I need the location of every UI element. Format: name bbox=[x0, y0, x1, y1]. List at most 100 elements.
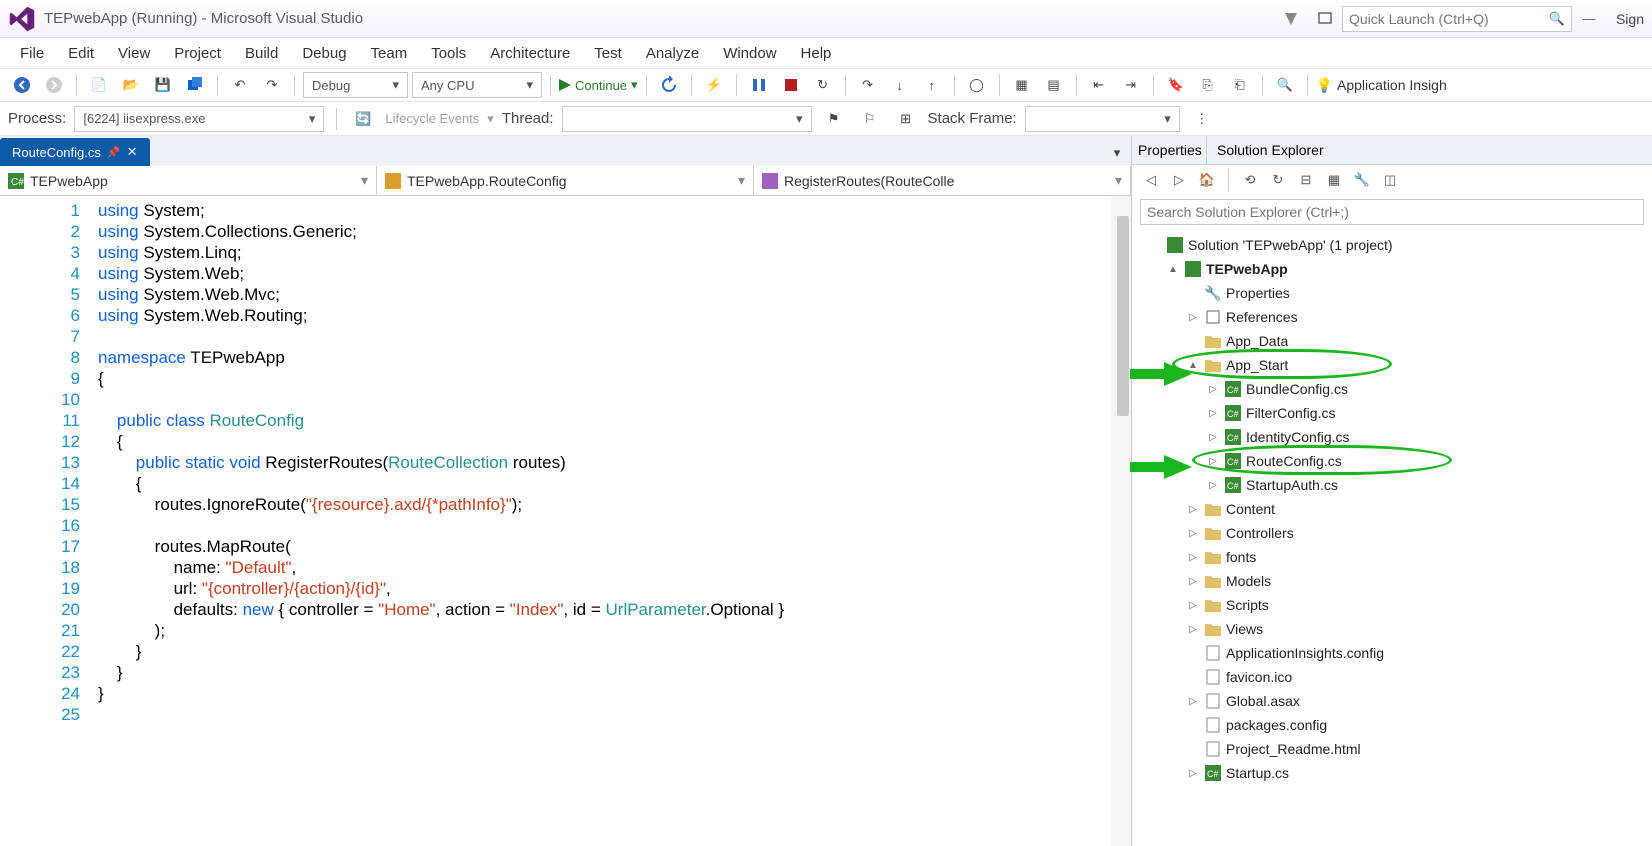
nav-back-button[interactable] bbox=[8, 72, 36, 98]
menu-test[interactable]: Test bbox=[582, 41, 634, 66]
breakpoint-icon[interactable]: ◯ bbox=[963, 72, 991, 98]
expander-icon[interactable]: ▷ bbox=[1186, 312, 1200, 323]
notifications-icon[interactable] bbox=[1278, 6, 1304, 32]
tree-item-filterconfig-cs[interactable]: ▷C#FilterConfig.cs bbox=[1138, 401, 1646, 425]
tab-properties[interactable]: Properties bbox=[1132, 136, 1207, 164]
stackframe-dropdown[interactable]: ▾ bbox=[1025, 106, 1180, 132]
tree-item-routeconfig-cs[interactable]: ▷C#RouteConfig.cs bbox=[1138, 449, 1646, 473]
app-insights-button[interactable]: 💡Application Insigh bbox=[1316, 77, 1447, 94]
tree-item-properties[interactable]: 🔧Properties bbox=[1138, 281, 1646, 305]
class-crumb[interactable]: TEPwebApp.RouteConfig▾ bbox=[377, 166, 754, 195]
close-tab-icon[interactable]: ✕ bbox=[127, 144, 138, 160]
menu-file[interactable]: File bbox=[8, 41, 56, 66]
menu-analyze[interactable]: Analyze bbox=[634, 41, 711, 66]
layout1-icon[interactable]: ▦ bbox=[1008, 72, 1036, 98]
namespace-crumb[interactable]: C# TEPwebApp▾ bbox=[0, 166, 377, 195]
menu-project[interactable]: Project bbox=[162, 41, 233, 66]
expander-icon[interactable]: ▷ bbox=[1186, 504, 1200, 515]
tree-item-bundleconfig-cs[interactable]: ▷C#BundleConfig.cs bbox=[1138, 377, 1646, 401]
nav-fwd-button[interactable] bbox=[40, 72, 68, 98]
tree-item-startupauth-cs[interactable]: ▷C#StartupAuth.cs bbox=[1138, 473, 1646, 497]
bookmark-icon[interactable]: 🔖 bbox=[1162, 72, 1190, 98]
scrollbar[interactable] bbox=[1111, 196, 1131, 846]
expander-icon[interactable]: ▷ bbox=[1186, 600, 1200, 611]
menu-help[interactable]: Help bbox=[789, 41, 844, 66]
code-area[interactable]: using System;using System.Collections.Ge… bbox=[90, 196, 1131, 846]
tree-item-project-readme-html[interactable]: Project_Readme.html bbox=[1138, 737, 1646, 761]
refresh-icon[interactable]: ↻ bbox=[1267, 169, 1289, 191]
expander-icon[interactable]: ▷ bbox=[1206, 408, 1220, 419]
uncomment-icon[interactable]: ⎗ bbox=[1226, 72, 1254, 98]
tree-item-packages-config[interactable]: packages.config bbox=[1138, 713, 1646, 737]
quick-launch[interactable]: 🔍 bbox=[1342, 6, 1572, 32]
expander-icon[interactable]: ▷ bbox=[1206, 432, 1220, 443]
expander-icon[interactable]: ▷ bbox=[1186, 576, 1200, 587]
restart2-icon[interactable]: ↻ bbox=[809, 72, 837, 98]
open-folder-icon[interactable]: 📂 bbox=[117, 72, 145, 98]
sync-icon[interactable]: ⟲ bbox=[1239, 169, 1261, 191]
tree-item-scripts[interactable]: ▷Scripts bbox=[1138, 593, 1646, 617]
fwd-icon[interactable]: ▷ bbox=[1168, 169, 1190, 191]
indent-inc-icon[interactable]: ⇥ bbox=[1117, 72, 1145, 98]
menu-architecture[interactable]: Architecture bbox=[478, 41, 582, 66]
expander-icon[interactable]: ▷ bbox=[1206, 384, 1220, 395]
step-icon[interactable]: ⚡ bbox=[700, 72, 728, 98]
expander-icon[interactable]: ▷ bbox=[1186, 528, 1200, 539]
tree-item-applicationinsights-config[interactable]: ApplicationInsights.config bbox=[1138, 641, 1646, 665]
tree-item-app-data[interactable]: App_Data bbox=[1138, 329, 1646, 353]
stop-icon[interactable] bbox=[777, 72, 805, 98]
solution-search[interactable] bbox=[1140, 199, 1644, 225]
solution-node[interactable]: Solution 'TEPwebApp' (1 project) bbox=[1138, 233, 1646, 257]
tree-item-global-asax[interactable]: ▷Global.asax bbox=[1138, 689, 1646, 713]
step-out-icon[interactable]: ↑ bbox=[918, 72, 946, 98]
solution-tree[interactable]: Solution 'TEPwebApp' (1 project)▲TEPwebA… bbox=[1132, 229, 1652, 846]
platform-dropdown[interactable]: Any CPU▾ bbox=[412, 72, 542, 98]
tree-item-identityconfig-cs[interactable]: ▷C#IdentityConfig.cs bbox=[1138, 425, 1646, 449]
filter3-icon[interactable]: ⊞ bbox=[892, 106, 920, 132]
comment-icon[interactable]: ⎘ bbox=[1194, 72, 1222, 98]
expander-icon[interactable]: ▷ bbox=[1186, 768, 1200, 779]
tab-solution-explorer[interactable]: Solution Explorer bbox=[1207, 136, 1652, 164]
project-node[interactable]: ▲TEPwebApp bbox=[1138, 257, 1646, 281]
menu-view[interactable]: View bbox=[106, 41, 162, 66]
showall-icon[interactable]: ▦ bbox=[1323, 169, 1345, 191]
find-icon[interactable]: 🔍 bbox=[1271, 72, 1299, 98]
menu-tools[interactable]: Tools bbox=[419, 41, 478, 66]
method-crumb[interactable]: RegisterRoutes(RouteColle▾ bbox=[754, 166, 1131, 195]
feedback-icon[interactable] bbox=[1312, 6, 1338, 32]
tree-item-app-start[interactable]: ▲App_Start bbox=[1138, 353, 1646, 377]
expander-icon[interactable]: ▲ bbox=[1166, 264, 1180, 275]
menu-debug[interactable]: Debug bbox=[290, 41, 358, 66]
cycle-icon[interactable]: 🔄 bbox=[349, 106, 377, 132]
save-icon[interactable]: 💾 bbox=[149, 72, 177, 98]
indent-dec-icon[interactable]: ⇤ bbox=[1085, 72, 1113, 98]
expander-icon[interactable]: ▷ bbox=[1186, 552, 1200, 563]
tab-routeconfig[interactable]: RouteConfig.cs 📌 ✕ bbox=[0, 138, 150, 166]
quick-launch-input[interactable] bbox=[1349, 11, 1543, 27]
save-all-icon[interactable] bbox=[181, 72, 209, 98]
step-into-icon[interactable]: ↓ bbox=[886, 72, 914, 98]
tree-item-favicon-ico[interactable]: favicon.ico bbox=[1138, 665, 1646, 689]
pause-icon[interactable] bbox=[745, 72, 773, 98]
pin-icon[interactable]: 📌 bbox=[107, 146, 121, 159]
menu-edit[interactable]: Edit bbox=[56, 41, 106, 66]
config-dropdown[interactable]: Debug▾ bbox=[303, 72, 408, 98]
expander-icon[interactable]: ▲ bbox=[1186, 360, 1200, 371]
redo-icon[interactable]: ↷ bbox=[258, 72, 286, 98]
sign-in-link[interactable]: Sign bbox=[1616, 11, 1644, 27]
continue-button[interactable]: Continue ▾ bbox=[559, 77, 638, 93]
menu-build[interactable]: Build bbox=[233, 41, 290, 66]
code-editor[interactable]: 1234567891011121314151617181920212223242… bbox=[0, 196, 1131, 846]
thread-dropdown[interactable]: ▾ bbox=[562, 106, 812, 132]
solution-search-input[interactable] bbox=[1147, 204, 1637, 220]
tree-item-fonts[interactable]: ▷fonts bbox=[1138, 545, 1646, 569]
overflow-icon[interactable]: ⋮ bbox=[1188, 106, 1216, 132]
tree-item-controllers[interactable]: ▷Controllers bbox=[1138, 521, 1646, 545]
expander-icon[interactable]: ▷ bbox=[1206, 456, 1220, 467]
restart-icon[interactable] bbox=[655, 72, 683, 98]
properties-icon[interactable]: 🔧 bbox=[1351, 169, 1373, 191]
tree-item-startup-cs[interactable]: ▷C#Startup.cs bbox=[1138, 761, 1646, 785]
minimize-icon[interactable]: — bbox=[1576, 6, 1602, 32]
tree-item-models[interactable]: ▷Models bbox=[1138, 569, 1646, 593]
menu-window[interactable]: Window bbox=[711, 41, 788, 66]
